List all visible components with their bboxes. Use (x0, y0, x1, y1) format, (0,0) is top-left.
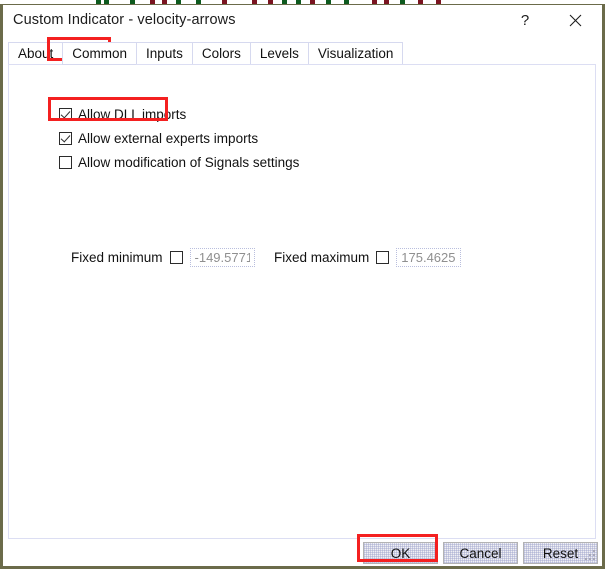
checkbox-row-allow-external-experts-imports[interactable]: Allow external experts imports (59, 130, 258, 147)
cancel-button[interactable]: Cancel (443, 542, 518, 564)
tab-colors[interactable]: Colors (191, 42, 250, 65)
checkbox-allow-modification-of-signals-settings[interactable] (59, 156, 72, 169)
checkbox-label-allow-dll-imports: Allow DLL imports (78, 107, 187, 122)
grip-dot (593, 558, 595, 560)
fixed-minimum-group: Fixed minimum (71, 247, 255, 267)
fixed-maximum-input[interactable] (396, 247, 462, 267)
tab-about[interactable]: About (8, 42, 63, 65)
grip-dot (589, 554, 591, 556)
tab-visualization[interactable]: Visualization (307, 42, 404, 65)
checkbox-fixed-minimum[interactable] (169, 250, 183, 264)
close-button[interactable] (552, 5, 598, 36)
tab-inputs[interactable]: Inputs (136, 42, 192, 65)
tab-levels[interactable]: Levels (249, 42, 308, 65)
checkbox-row-allow-modification-of-signals-settings[interactable]: Allow modification of Signals settings (59, 154, 299, 171)
checkbox-allow-dll-imports[interactable] (59, 108, 72, 121)
help-button[interactable]: ? (502, 5, 548, 36)
custom-indicator-dialog: Custom Indicator - velocity-arrows ? Abo… (0, 4, 605, 569)
fixed-minimum-label: Fixed minimum (71, 249, 163, 265)
grip-dot (585, 558, 587, 560)
tab-strip: About Common Inputs Colors Levels Visual… (8, 42, 404, 65)
grip-dot (589, 558, 591, 560)
ok-button[interactable]: OK (363, 542, 438, 564)
checkbox-label-allow-external-experts-imports: Allow external experts imports (78, 131, 259, 146)
fixed-maximum-group: Fixed maximum (274, 247, 462, 267)
close-icon (569, 14, 582, 27)
checkbox-label-allow-modification-of-signals-settings: Allow modification of Signals settings (78, 155, 300, 170)
grip-dot (593, 554, 595, 556)
title-bar: Custom Indicator - velocity-arrows ? (3, 5, 602, 38)
checkbox-fixed-maximum[interactable] (376, 250, 390, 264)
window-title: Custom Indicator - velocity-arrows (13, 12, 236, 28)
grip-dot (593, 550, 595, 552)
tab-common[interactable]: Common (62, 42, 137, 65)
checkbox-allow-external-experts-imports[interactable] (59, 132, 72, 145)
fixed-minimum-input[interactable] (189, 247, 255, 267)
checkbox-row-allow-dll-imports[interactable]: Allow DLL imports (59, 106, 186, 123)
fixed-maximum-label: Fixed maximum (274, 249, 370, 265)
resize-grip[interactable] (585, 550, 597, 562)
